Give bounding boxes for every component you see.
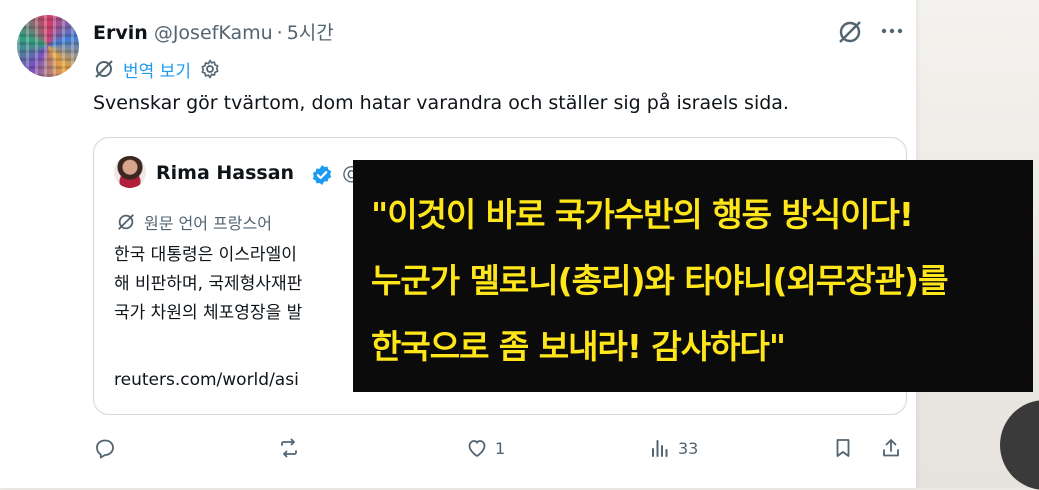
settings-gear-icon[interactable] <box>199 58 221 80</box>
original-language-row: 원문 언어 프랑스어 <box>116 210 272 234</box>
author-name[interactable]: Ervin <box>93 22 148 44</box>
views-icon <box>652 440 668 457</box>
quoted-author-name[interactable]: Rima Hassan <box>156 162 294 184</box>
caption-line: 누군가 멜로니(총리)와 타야니(외무장관)를 <box>371 261 948 300</box>
bookmark-button[interactable] <box>831 436 855 460</box>
repost-icon <box>281 438 297 458</box>
reply-button[interactable] <box>93 436 123 460</box>
more-icon[interactable] <box>878 17 906 45</box>
caption-line: "이것이 바로 국가수반의 행동 방식이다! <box>371 195 914 234</box>
repost-button[interactable] <box>277 436 307 460</box>
caption-line: 한국으로 좀 보내라! 감사하다" <box>371 327 786 366</box>
action-bar: 1 33 <box>93 436 913 468</box>
bookmark-icon <box>836 439 850 457</box>
quoted-text-line: 국가 차원의 체포영장을 발 <box>114 303 303 323</box>
author-handle[interactable]: @JosefKamu <box>154 22 273 44</box>
views-count: 33 <box>678 438 699 458</box>
share-icon <box>883 439 899 457</box>
translate-link[interactable]: 번역 보기 <box>123 57 191 82</box>
quoted-text-line: 해 비판하며, 국제형사재판 <box>114 274 303 294</box>
verified-badge-icon <box>312 165 332 185</box>
like-count: 1 <box>495 438 506 458</box>
like-button[interactable]: 1 <box>465 436 505 460</box>
quoted-link[interactable]: reuters.com/world/asi <box>114 370 299 390</box>
reply-icon <box>96 439 114 459</box>
original-language-label: 원문 언어 프랑스어 <box>144 214 272 233</box>
share-button[interactable] <box>879 436 903 460</box>
translate-row: 번역 보기 <box>93 56 221 82</box>
grok-icon[interactable] <box>836 18 864 46</box>
views-button[interactable]: 33 <box>648 436 698 460</box>
quoted-tweet-text: 한국 대통령은 이스라엘이 해 비판하며, 국제형사재판 국가 차원의 체포영장… <box>114 241 302 328</box>
tweet-text: Svenskar gör tvärtom, dom hatar varandra… <box>93 92 789 114</box>
tweet-header: Ervin @JosefKamu · 5시간 <box>93 18 334 45</box>
quoted-text-line: 한국 대통령은 이스라엘이 <box>114 245 297 265</box>
caption-overlay: "이것이 바로 국가수반의 행동 방식이다! 누군가 멜로니(총리)와 타야니(… <box>353 160 1033 392</box>
author-avatar[interactable] <box>17 15 79 77</box>
translate-icon <box>95 60 113 78</box>
like-icon <box>468 440 486 457</box>
translate-icon <box>118 214 134 230</box>
header-separator: · <box>276 22 283 44</box>
post-time[interactable]: 5시간 <box>287 22 334 44</box>
quoted-author-avatar[interactable] <box>114 156 146 188</box>
